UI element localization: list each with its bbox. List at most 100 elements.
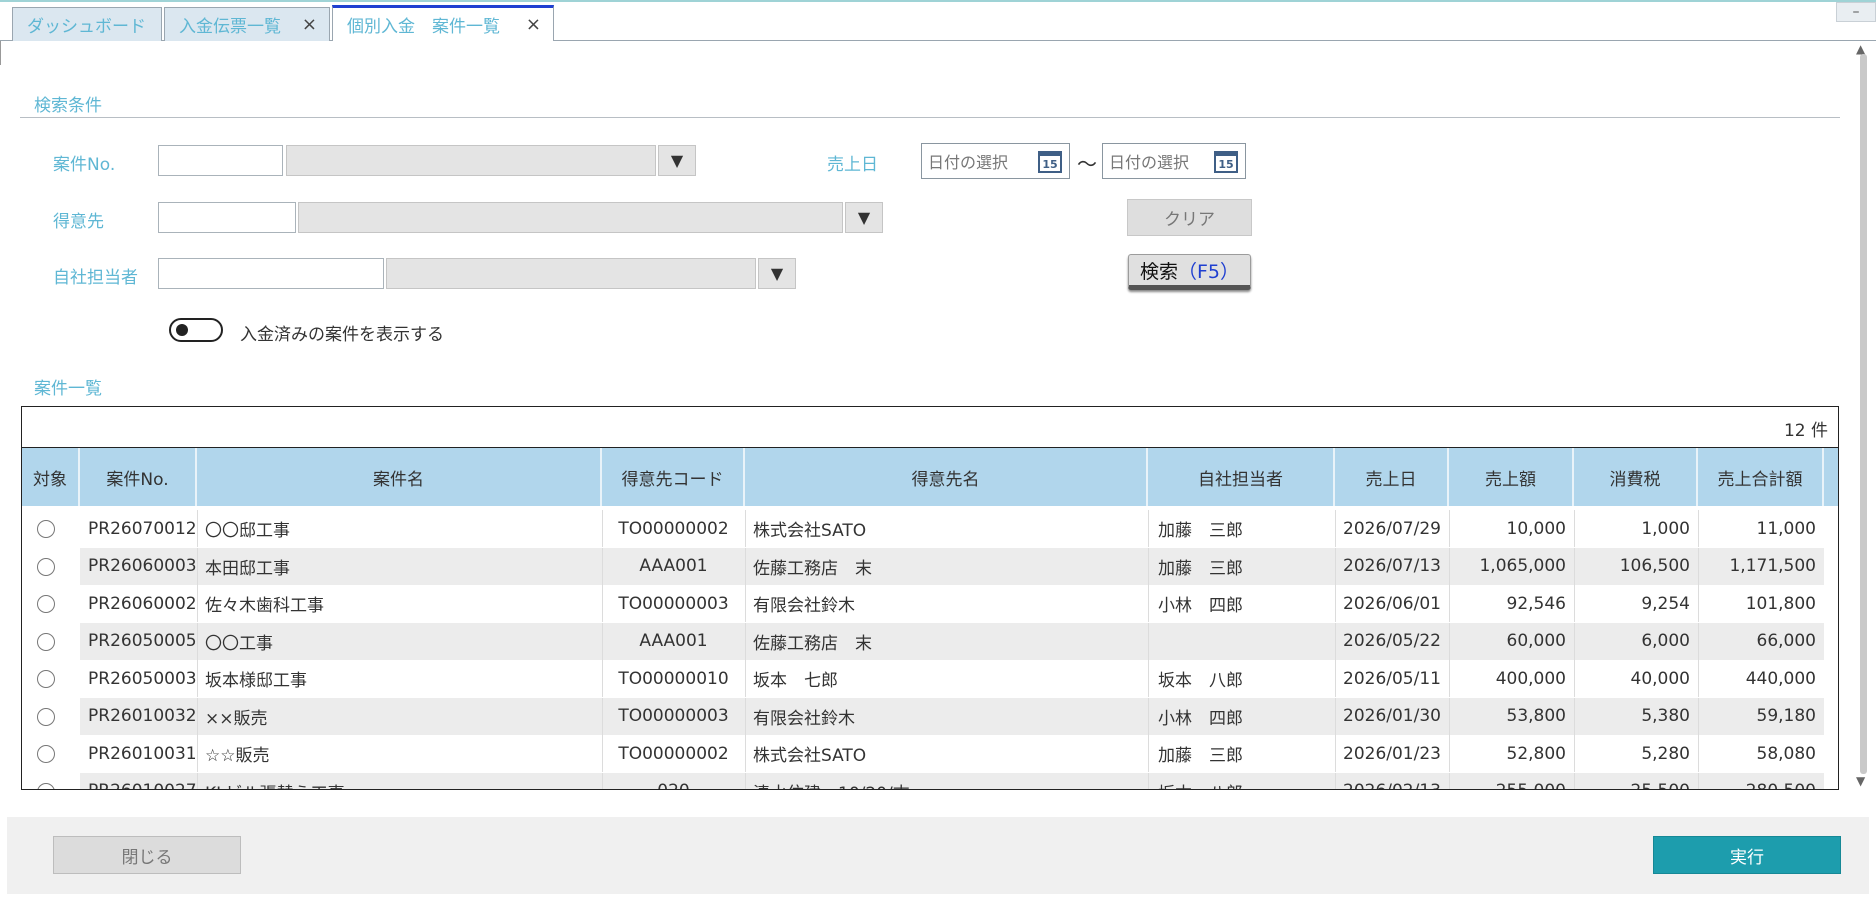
tab-dashboard[interactable]: ダッシュボード — [12, 7, 162, 41]
column-header-case-no[interactable]: 案件No. — [80, 448, 197, 506]
customer-name-input[interactable] — [298, 202, 843, 233]
customer-code-input[interactable] — [158, 202, 296, 233]
search-button[interactable]: 検索 （F5） — [1128, 254, 1251, 290]
cell-total: 66,000 — [1756, 631, 1816, 651]
table-row[interactable]: PR26060002 佐々木歯科工事 TO00000003 有限会社鈴木 小林 四郎 20… — [22, 585, 1838, 622]
cell-tax: 25,500 — [1574, 773, 1698, 789]
cell-staff: 坂本 八郎 — [1158, 671, 1243, 691]
staff-code-input[interactable] — [158, 258, 384, 289]
cell-date: 2026/07/13 — [1343, 556, 1441, 576]
cell-name: ☆☆販売 — [205, 746, 270, 766]
footer-bar: 閉じる 実行 — [7, 817, 1869, 894]
cell-name: 佐々木歯科工事 — [205, 596, 324, 616]
tab-label: ダッシュボード — [27, 17, 146, 37]
table-row[interactable]: PR26060003 本田邸工事 AAA001 佐藤工務店 末 加藤 三郎 2026/07… — [22, 547, 1838, 585]
cell-name: 本田邸工事 — [205, 558, 290, 579]
radio-icon[interactable] — [37, 632, 55, 651]
column-header-customer-name[interactable]: 得意先名 — [745, 448, 1148, 506]
radio-icon[interactable] — [37, 520, 55, 538]
table-row[interactable]: PR26010031 ☆☆販売 TO00000002 株式会社SATO 加藤 三郎 202… — [22, 735, 1838, 772]
cell-name: 坂本様邸工事 — [205, 671, 307, 691]
cell-no: PR26010031 — [88, 743, 197, 764]
show-paid-toggle[interactable] — [169, 318, 223, 342]
cell-total: 59,180 — [1756, 706, 1816, 726]
cell-tax: 1,000 — [1641, 518, 1690, 539]
cell-customer: 株式会社SATO — [753, 746, 867, 766]
radio-icon[interactable] — [37, 782, 55, 789]
table-row[interactable]: PR26050005 〇〇工事 AAA001 佐藤工務店 末 2026/05/22 60,… — [22, 622, 1838, 660]
cell-staff: 小林 四郎 — [1158, 596, 1243, 616]
cell-no: PR26010027 — [80, 773, 197, 789]
column-header-case-name[interactable]: 案件名 — [197, 448, 602, 506]
column-header-customer-code[interactable]: 得意先コード — [602, 448, 745, 506]
execute-button[interactable]: 実行 — [1653, 836, 1841, 874]
date-from-picker[interactable]: 日付の選択 15 — [921, 143, 1070, 179]
cell-total: 58,080 — [1756, 743, 1816, 764]
cell-name: 〇〇邸工事 — [205, 521, 290, 541]
cell-date: 2026/02/13 — [1335, 773, 1449, 789]
scroll-down-arrow-icon[interactable]: ▼ — [1856, 774, 1865, 788]
cell-date: 2026/01/30 — [1343, 706, 1441, 726]
case-no-code-input[interactable] — [158, 145, 283, 176]
tab-label: 個別入金 案件一覧 — [347, 17, 500, 37]
cell-staff: 加藤 三郎 — [1158, 746, 1243, 766]
scrollbar[interactable] — [1860, 54, 1867, 774]
table-row[interactable]: PR26070012 〇〇邸工事 TO00000002 株式会社SATO 加藤 三郎 20… — [22, 510, 1838, 547]
staff-name-input[interactable] — [386, 258, 756, 289]
table-row[interactable]: PR26050003 坂本様邸工事 TO00000010 坂本 七郎 坂本 八郎 2026… — [22, 660, 1838, 697]
sales-date-label: 売上日 — [827, 155, 878, 175]
cell-customer: 坂本 七郎 — [753, 671, 838, 691]
column-header-tax[interactable]: 消費税 — [1574, 448, 1698, 506]
radio-icon[interactable] — [37, 707, 55, 726]
close-icon[interactable]: × — [526, 14, 541, 35]
column-header-sales-date[interactable]: 売上日 — [1335, 448, 1449, 506]
cell-staff: 加藤 三郎 — [1158, 558, 1243, 579]
cell-customer: 佐藤工務店 末 — [753, 633, 872, 654]
column-header-select[interactable]: 対象 — [22, 448, 80, 506]
date-to-placeholder: 日付の選択 — [1109, 153, 1190, 172]
cell-sales: 92,546 — [1506, 593, 1566, 614]
case-no-name-input[interactable] — [286, 145, 656, 176]
column-header-total[interactable]: 売上合計額 — [1698, 448, 1824, 506]
column-header-staff[interactable]: 自社担当者 — [1148, 448, 1335, 506]
column-header-sales[interactable]: 売上額 — [1449, 448, 1574, 506]
close-icon[interactable]: × — [302, 14, 317, 35]
cell-total: 1,171,500 — [1729, 556, 1816, 576]
case-no-dropdown-button[interactable]: ▼ — [658, 145, 696, 176]
calendar-icon[interactable]: 15 — [1038, 151, 1062, 173]
customer-label: 得意先 — [53, 212, 104, 232]
show-paid-toggle-label: 入金済みの案件を表示する — [240, 325, 444, 345]
date-to-picker[interactable]: 日付の選択 15 — [1102, 143, 1246, 179]
cell-date: 2026/07/29 — [1343, 518, 1441, 539]
cell-staff: 坂本 八郎 — [1148, 773, 1335, 790]
cell-tax: 40,000 — [1630, 668, 1690, 689]
table-row[interactable]: PR26010027KLビル張替え工事020清水住建 10/20/末坂本 八郎2… — [22, 772, 1838, 790]
clear-button[interactable]: クリア — [1127, 199, 1252, 236]
calendar-icon[interactable]: 15 — [1214, 151, 1238, 173]
tab-payment-slips[interactable]: 入金伝票一覧 × — [164, 7, 330, 41]
minimize-button[interactable]: – — [1836, 2, 1876, 22]
cell-code: TO00000003 — [618, 706, 729, 726]
cell-date: 2026/01/23 — [1343, 743, 1441, 764]
tab-label: 入金伝票一覧 — [179, 17, 281, 37]
radio-icon[interactable] — [37, 745, 55, 763]
table-count-bar: 12 件 — [22, 407, 1838, 448]
radio-icon[interactable] — [37, 557, 55, 576]
staff-dropdown-button[interactable]: ▼ — [758, 258, 796, 289]
tab-case-list[interactable]: 個別入金 案件一覧 × — [332, 5, 554, 41]
cell-sales: 255,000 — [1449, 773, 1574, 789]
cell-sales: 52,800 — [1506, 743, 1566, 764]
cell-no: PR26060002 — [88, 593, 197, 614]
table-row[interactable]: PR26010032 ××販売 TO00000003 有限会社鈴木 小林 四郎 2026/… — [22, 697, 1838, 735]
radio-icon[interactable] — [37, 670, 55, 688]
close-button[interactable]: 閉じる — [53, 836, 241, 874]
cell-tax: 5,280 — [1641, 743, 1690, 764]
chevron-down-icon: ▼ — [670, 151, 684, 170]
radio-icon[interactable] — [37, 595, 55, 613]
date-from-placeholder: 日付の選択 — [928, 153, 1009, 172]
customer-dropdown-button[interactable]: ▼ — [845, 202, 883, 233]
cell-date: 2026/05/22 — [1343, 631, 1441, 651]
cell-code: AAA001 — [639, 556, 708, 576]
cell-code: 020 — [602, 773, 745, 789]
cell-date: 2026/06/01 — [1343, 593, 1441, 614]
